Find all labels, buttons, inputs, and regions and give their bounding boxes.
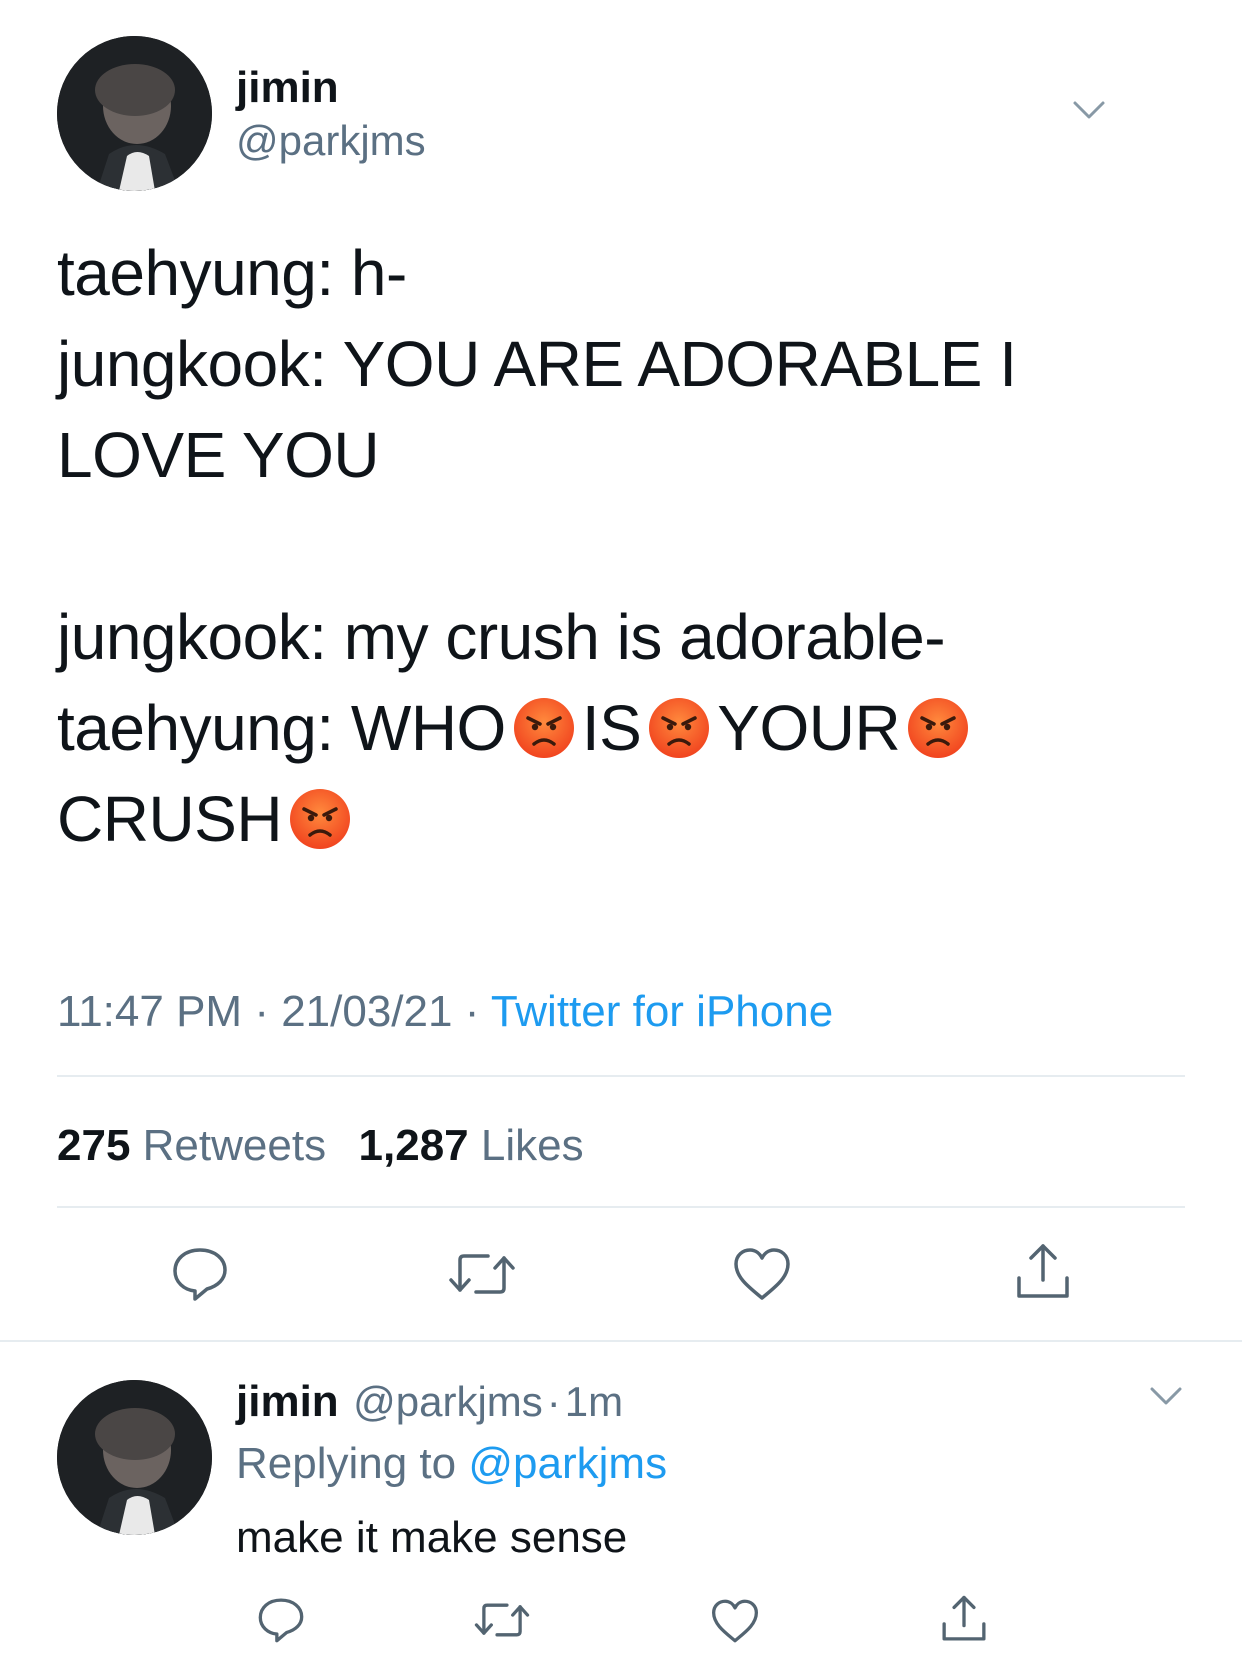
tweet-date[interactable]: 21/03/21 bbox=[281, 987, 452, 1036]
reply-icon bbox=[258, 1598, 304, 1643]
author-avatar[interactable] bbox=[57, 36, 212, 191]
meta-separator: · bbox=[464, 987, 480, 1036]
avatar-photo bbox=[57, 36, 212, 191]
divider bbox=[57, 1075, 1185, 1077]
reply-time[interactable]: 1m bbox=[565, 1378, 623, 1425]
reply-author-handle[interactable]: @parkjms bbox=[353, 1378, 543, 1425]
likes-count: 1,287 bbox=[358, 1121, 469, 1170]
angry-face-icon bbox=[512, 693, 576, 758]
tweet-line-6-text: CRUSH bbox=[57, 783, 283, 855]
tweet-line-5-part-3: YOUR bbox=[717, 692, 901, 764]
tweet-line-1: taehyung: h- bbox=[57, 237, 407, 309]
retweet-icon bbox=[474, 1603, 530, 1637]
reply-author-name[interactable]: jimin bbox=[236, 1377, 339, 1426]
reply-reply-button[interactable] bbox=[256, 1596, 306, 1644]
reply-like-button[interactable] bbox=[710, 1598, 760, 1644]
retweets-count: 275 bbox=[57, 1121, 131, 1170]
likes-label: Likes bbox=[480, 1121, 584, 1170]
more-options-chevron-icon[interactable] bbox=[1071, 98, 1107, 122]
tweet-source-link[interactable]: Twitter for iPhone bbox=[491, 987, 833, 1036]
angry-face-icon bbox=[906, 693, 970, 758]
author-name[interactable]: jimin bbox=[236, 66, 339, 110]
share-icon bbox=[942, 1595, 986, 1641]
tweet-line-4: jungkook: my crush is adorable- bbox=[57, 601, 946, 673]
tweet-line-3: LOVE YOU bbox=[57, 419, 380, 491]
retweet-icon bbox=[449, 1254, 515, 1294]
angry-face-icon bbox=[647, 693, 711, 758]
tweet-line-5: taehyung: WHO IS YOUR bbox=[57, 683, 976, 774]
reply-retweet-button[interactable] bbox=[474, 1600, 530, 1640]
tweet-line-5-part-1: taehyung: WHO bbox=[57, 692, 506, 764]
share-button[interactable] bbox=[1014, 1242, 1072, 1302]
angry-face-icon bbox=[288, 784, 352, 849]
avatar-photo bbox=[57, 1380, 212, 1535]
share-icon bbox=[1017, 1244, 1069, 1298]
reply-icon bbox=[173, 1248, 227, 1301]
replying-to-prefix: Replying to bbox=[236, 1439, 457, 1488]
meta-separator: · bbox=[254, 987, 269, 1036]
retweets-label: Retweets bbox=[142, 1121, 327, 1170]
replying-to-line: Replying to @parkjms bbox=[236, 1442, 667, 1486]
tweet-meta: 11:47 PM · 21/03/21 · Twitter for iPhone bbox=[57, 990, 833, 1034]
reply-text: make it make sense bbox=[236, 1513, 628, 1562]
section-divider bbox=[0, 1340, 1242, 1342]
tweet-stats: 275 Retweets 1,287 Likes bbox=[57, 1124, 584, 1168]
reply-more-options-chevron-icon[interactable] bbox=[1148, 1384, 1184, 1408]
reply-share-button[interactable] bbox=[940, 1594, 988, 1644]
tweet-line-6: CRUSH bbox=[57, 774, 358, 865]
heart-icon bbox=[712, 1599, 758, 1643]
tweet-line-5-part-2: IS bbox=[581, 692, 642, 764]
reply-separator: · bbox=[546, 1378, 561, 1425]
reply-author-avatar[interactable] bbox=[57, 1380, 212, 1535]
author-handle[interactable]: @parkjms bbox=[236, 120, 426, 162]
retweet-button[interactable] bbox=[448, 1250, 516, 1298]
replying-to-handle-link[interactable]: @parkjms bbox=[468, 1439, 667, 1488]
divider bbox=[57, 1206, 1185, 1208]
retweets-stat[interactable]: 275 Retweets bbox=[57, 1121, 326, 1170]
reply-button[interactable] bbox=[170, 1245, 230, 1303]
heart-icon bbox=[734, 1248, 790, 1300]
tweet-line-2: jungkook: YOU ARE ADORABLE I bbox=[57, 328, 1017, 400]
likes-stat[interactable]: 1,287 Likes bbox=[359, 1121, 584, 1170]
tweet-time[interactable]: 11:47 PM bbox=[57, 987, 242, 1036]
like-button[interactable] bbox=[732, 1246, 792, 1302]
reply-header: jimin @parkjms·1m bbox=[236, 1380, 623, 1424]
